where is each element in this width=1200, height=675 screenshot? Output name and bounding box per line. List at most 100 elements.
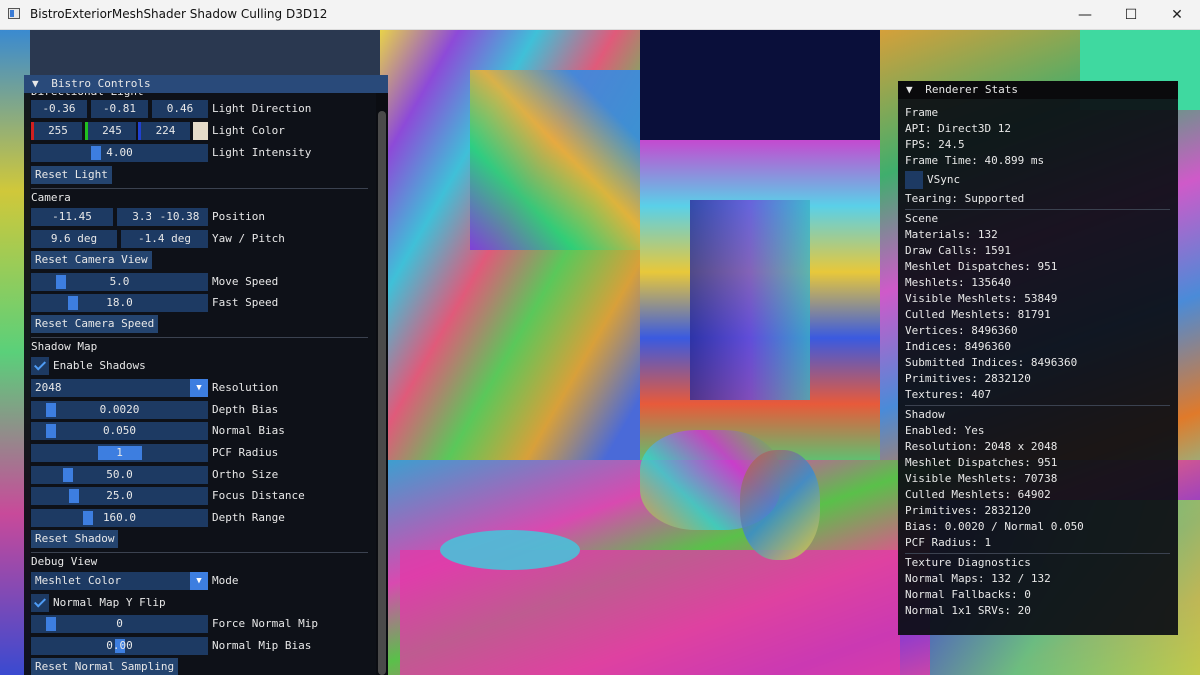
ortho-size-label: Ortho Size	[212, 468, 279, 481]
slider-grab[interactable]	[46, 424, 56, 438]
renderer-stats-header[interactable]: ▼ Renderer Stats	[898, 81, 1178, 99]
collapse-arrow-icon[interactable]: ▼	[32, 77, 39, 90]
resolution-value: 2048	[35, 381, 62, 394]
reset-normal-sampling-button[interactable]: Reset Normal Sampling	[31, 658, 179, 675]
enable-shadows-label: Enable Shadows	[53, 359, 146, 372]
scene-stat: Vertices: 8496360	[905, 324, 1018, 337]
fast-speed-value: 18.0	[106, 296, 133, 309]
separator	[31, 188, 368, 189]
bistro-controls-header[interactable]: ▼ Bistro Controls	[24, 75, 388, 93]
shadow-stat: Resolution: 2048 x 2048	[905, 440, 1058, 453]
camera-pitch[interactable]: -1.4 deg	[121, 230, 208, 248]
scene-stat: Culled Meshlets: 81791	[905, 308, 1051, 321]
light-intensity-label: Light Intensity	[212, 146, 312, 159]
depth-bias-slider[interactable]: 0.0020	[31, 401, 208, 419]
force-normal-mip-label: Force Normal Mip	[212, 617, 318, 630]
normal-mip-bias-slider[interactable]: 0.00	[31, 637, 208, 655]
resolution-combo[interactable]: 2048 ▼	[31, 379, 208, 397]
depth-range-slider[interactable]: 160.0	[31, 509, 208, 527]
scene-stat: Textures: 407	[905, 388, 992, 401]
camera-yaw[interactable]: 9.6 deg	[31, 230, 117, 248]
pcf-radius-label: PCF Radius	[212, 446, 279, 459]
focus-distance-value: 25.0	[106, 489, 133, 502]
vsync-label: VSync	[927, 173, 961, 186]
slider-grab[interactable]	[56, 275, 66, 289]
force-normal-mip-value: 0	[116, 617, 123, 630]
scene-stat: Visible Meshlets: 53849	[905, 292, 1058, 305]
normal-bias-slider[interactable]: 0.050	[31, 422, 208, 440]
renderer-stats-panel[interactable]: ▼ Renderer Stats Frame API: Direct3D 12 …	[898, 81, 1178, 635]
enable-shadows-checkbox[interactable]	[31, 357, 49, 375]
normal-map-y-flip-label: Normal Map Y Flip	[53, 596, 166, 609]
shadow-stat: Primitives: 2832120	[905, 504, 1031, 517]
scene-stat: Meshlet Dispatches: 951	[905, 260, 1058, 273]
light-direction-y[interactable]: -0.81	[91, 100, 148, 118]
reset-camera-view-button[interactable]: Reset Camera View	[31, 251, 152, 269]
maximize-button[interactable]: ☐	[1108, 0, 1154, 30]
app-window-icon	[8, 8, 20, 19]
ortho-size-slider[interactable]: 50.0	[31, 466, 208, 484]
normal-bias-value: 0.050	[102, 424, 137, 437]
light-direction-z[interactable]: 0.46	[152, 100, 208, 118]
scrollbar-thumb[interactable]	[378, 111, 386, 675]
reset-light-button[interactable]: Reset Light	[31, 166, 112, 184]
mode-label: Mode	[212, 574, 239, 587]
focus-distance-slider[interactable]: 25.0	[31, 487, 208, 505]
light-intensity-value: 4.00	[106, 146, 133, 159]
window-title-bar[interactable]: BistroExteriorMeshShader Shadow Culling …	[0, 0, 1200, 30]
light-direction-label: Light Direction	[212, 102, 312, 115]
force-normal-mip-slider[interactable]: 0	[31, 615, 208, 633]
slider-grab[interactable]	[91, 146, 101, 160]
scene-stat: Draw Calls: 1591	[905, 244, 1011, 257]
minimize-button[interactable]: —	[1062, 0, 1108, 30]
pcf-radius-slider[interactable]: 1	[31, 444, 208, 462]
light-color-label: Light Color	[212, 124, 285, 137]
depth-range-value: 160.0	[102, 511, 137, 524]
collapse-arrow-icon[interactable]: ▼	[906, 83, 913, 96]
camera-position-x[interactable]: -11.45	[31, 208, 113, 226]
light-direction-x[interactable]: -0.36	[31, 100, 87, 118]
reset-camera-speed-button[interactable]: Reset Camera Speed	[31, 315, 159, 333]
light-color-r[interactable]: 255	[31, 122, 82, 140]
move-speed-slider[interactable]: 5.0	[31, 273, 208, 291]
chevron-down-icon[interactable]: ▼	[190, 379, 208, 397]
slider-grab[interactable]	[63, 468, 73, 482]
slider-grab[interactable]	[69, 489, 79, 503]
vsync-checkbox[interactable]	[905, 171, 923, 189]
slider-grab[interactable]	[46, 617, 56, 631]
scene-stat: Materials: 132	[905, 228, 998, 241]
move-speed-label: Move Speed	[212, 275, 279, 288]
frame-header: Frame	[905, 106, 939, 119]
slider-grab[interactable]	[68, 296, 78, 310]
panel-scrollbar[interactable]	[376, 93, 388, 675]
shadow-stat: Meshlet Dispatches: 951	[905, 456, 1058, 469]
normal-map-y-flip-checkbox[interactable]	[31, 594, 49, 612]
move-speed-value: 5.0	[109, 275, 130, 288]
focus-distance-label: Focus Distance	[212, 489, 305, 502]
texture-stat: Normal Fallbacks: 0	[905, 588, 1031, 601]
slider-grab[interactable]	[83, 511, 93, 525]
light-intensity-slider[interactable]: 4.00	[31, 144, 208, 162]
camera-header: Camera	[31, 191, 71, 204]
fast-speed-slider[interactable]: 18.0	[31, 294, 208, 312]
shadow-stat: Bias: 0.0020 / Normal 0.050	[905, 520, 1084, 533]
yaw-pitch-label: Yaw / Pitch	[212, 232, 285, 245]
mode-combo[interactable]: Meshlet Color ▼	[31, 572, 208, 590]
close-button[interactable]: ✕	[1154, 0, 1200, 30]
scene-stat: Submitted Indices: 8496360	[905, 356, 1078, 369]
bistro-controls-panel[interactable]: ▼ Bistro Controls Directional Light -0.3…	[24, 75, 388, 675]
light-color-b[interactable]: 224	[138, 122, 190, 140]
reset-shadow-button[interactable]: Reset Shadow	[31, 530, 119, 548]
separator	[905, 553, 1170, 554]
fps-stat: FPS: 24.5	[905, 138, 965, 151]
window-title: BistroExteriorMeshShader Shadow Culling …	[30, 7, 328, 21]
chevron-down-icon[interactable]: ▼	[190, 572, 208, 590]
panel-title: Renderer Stats	[925, 83, 1018, 96]
light-color-g[interactable]: 245	[85, 122, 136, 140]
camera-position-z[interactable]: -10.38	[151, 208, 208, 226]
slider-grab[interactable]	[46, 403, 56, 417]
pcf-radius-value: 1	[116, 446, 123, 459]
normal-bias-label: Normal Bias	[212, 424, 285, 437]
frame-time-stat: Frame Time: 40.899 ms	[905, 154, 1045, 167]
light-color-swatch[interactable]	[193, 122, 208, 140]
